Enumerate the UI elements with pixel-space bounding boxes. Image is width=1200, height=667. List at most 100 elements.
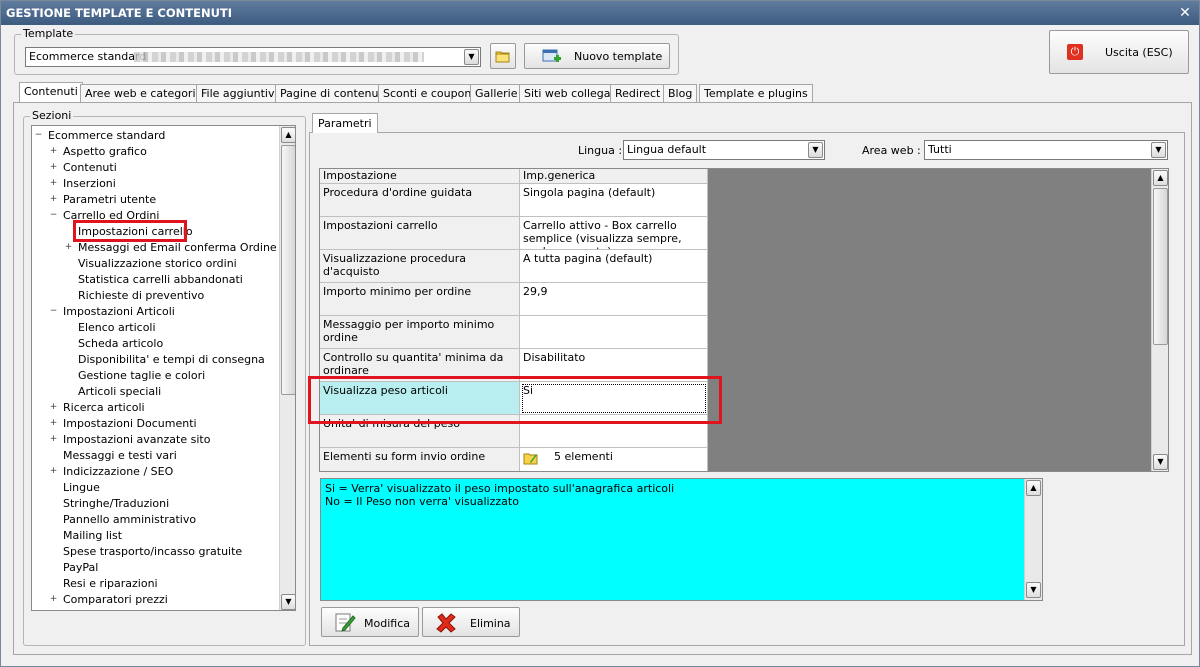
- tab-redirect[interactable]: Redirect: [610, 84, 666, 103]
- highlight-box-grid: [308, 376, 722, 424]
- grid-row-value[interactable]: A tutta pagina (default): [520, 250, 708, 283]
- tab-parametri[interactable]: Parametri: [312, 113, 378, 133]
- tab-gallerie[interactable]: Gallerie: [470, 84, 523, 103]
- expand-icon[interactable]: +: [49, 419, 58, 428]
- collapse-icon[interactable]: −: [34, 131, 43, 140]
- grid-row-setting[interactable]: Impostazioni carrello: [320, 217, 520, 250]
- window-title: GESTIONE TEMPLATE E CONTENUTI: [6, 6, 233, 20]
- template-select[interactable]: Ecommerce standard ▼: [25, 47, 481, 67]
- expand-icon[interactable]: +: [49, 163, 58, 172]
- tab-blog[interactable]: Blog: [663, 84, 698, 103]
- tree-item[interactable]: Elenco articoli: [78, 320, 156, 336]
- chevron-down-icon: ▼: [464, 49, 479, 65]
- delete-x-icon: [436, 613, 456, 633]
- modifica-button[interactable]: Modifica: [321, 607, 419, 637]
- tree-item-label: Messaggi e testi vari: [63, 449, 177, 462]
- expand-icon[interactable]: +: [49, 195, 58, 204]
- tab-pagine-contenuti[interactable]: Pagine di contenuti: [275, 84, 391, 103]
- tree-item[interactable]: PayPal: [63, 560, 98, 576]
- tree-item[interactable]: + Ricerca articoli: [50, 400, 145, 416]
- tree-item[interactable]: + Impostazioni Documenti: [50, 416, 197, 432]
- tree-item[interactable]: Disponibilita' e tempi di consegna: [78, 352, 265, 368]
- tree-item[interactable]: Richieste di preventivo: [78, 288, 204, 304]
- tree-item[interactable]: Messaggi e testi vari: [63, 448, 177, 464]
- expand-icon[interactable]: +: [49, 147, 58, 156]
- close-icon[interactable]: ✕: [1177, 1, 1193, 25]
- scroll-up-icon[interactable]: ▲: [1153, 170, 1168, 186]
- description-scrollbar[interactable]: ▲ ▼: [1024, 479, 1042, 600]
- tree-item[interactable]: + Parametri utente: [50, 192, 156, 208]
- grid-row-value[interactable]: 29,9: [520, 283, 708, 316]
- elimina-label: Elimina: [470, 617, 511, 630]
- grid-row-value[interactable]: Carrello attivo - Box carrello semplice …: [520, 217, 708, 250]
- tree-scrollbar[interactable]: ▲ ▼: [279, 126, 295, 610]
- expand-icon[interactable]: +: [49, 435, 58, 444]
- collapse-icon[interactable]: −: [49, 211, 58, 220]
- lingua-select[interactable]: Lingua default ▼: [623, 140, 825, 160]
- tab-file-aggiuntivi[interactable]: File aggiuntivi: [196, 84, 283, 103]
- tree-item[interactable]: + Comparatori prezzi: [50, 592, 168, 608]
- tab-siti-web-collegati[interactable]: Siti web collegati: [519, 84, 623, 103]
- grid-row-setting[interactable]: Messaggio per importo minimo ordine: [320, 316, 520, 349]
- grid-row-setting[interactable]: Elementi su form invio ordine: [320, 448, 520, 471]
- tree-item-label: Spese trasporto/incasso gratuite: [63, 545, 243, 558]
- tree-item-label: Ricerca articoli: [63, 401, 145, 414]
- scroll-down-icon[interactable]: ▼: [1026, 582, 1041, 598]
- tab-template-plugins[interactable]: Template e plugins: [699, 84, 813, 103]
- grid-scroll-thumb[interactable]: [1153, 188, 1168, 345]
- expand-icon[interactable]: +: [49, 179, 58, 188]
- expand-icon[interactable]: +: [49, 467, 58, 476]
- open-folder-button[interactable]: [490, 43, 516, 69]
- grid-row-setting[interactable]: Procedura d'ordine guidata: [320, 184, 520, 217]
- power-icon: ⏻: [1067, 44, 1083, 60]
- tab-contenuti[interactable]: Contenuti: [19, 82, 83, 103]
- grid-scrollbar[interactable]: ▲ ▼: [1151, 169, 1168, 471]
- tree-item[interactable]: Pannello amministrativo: [63, 512, 196, 528]
- expand-icon[interactable]: +: [64, 243, 73, 252]
- tree-item[interactable]: Articoli speciali: [78, 384, 161, 400]
- tree-item[interactable]: + Impostazioni avanzate sito: [50, 432, 211, 448]
- tree-item[interactable]: Resi e riparazioni: [63, 576, 158, 592]
- tree-item[interactable]: + Aspetto grafico: [50, 144, 147, 160]
- tree-item[interactable]: + Contenuti: [50, 160, 117, 176]
- tree-item[interactable]: Statistica carrelli abbandonati: [78, 272, 243, 288]
- title-bar: GESTIONE TEMPLATE E CONTENUTI ✕: [1, 1, 1199, 25]
- scroll-up-icon[interactable]: ▲: [281, 127, 295, 143]
- grid-row-value[interactable]: 5 elementi: [520, 448, 708, 471]
- grid-row-value[interactable]: Singola pagina (default): [520, 184, 708, 217]
- tree-item[interactable]: + Inserzioni: [50, 176, 116, 192]
- area-web-select[interactable]: Tutti ▼: [924, 140, 1168, 160]
- tab-sconti-coupon[interactable]: Sconti e coupon: [378, 84, 477, 103]
- tree-item[interactable]: − Ecommerce standard: [35, 128, 166, 144]
- tree-item-label: Impostazioni avanzate sito: [63, 433, 211, 446]
- tree-item[interactable]: + Messaggi ed Email conferma Ordine: [65, 240, 277, 256]
- collapse-icon[interactable]: −: [49, 307, 58, 316]
- expand-icon[interactable]: +: [49, 595, 58, 604]
- tab-aree-web[interactable]: Aree web e categorie: [80, 84, 208, 103]
- expand-icon[interactable]: +: [49, 403, 58, 412]
- elimina-button[interactable]: Elimina: [422, 607, 520, 637]
- tree-item-label: Messaggi ed Email conferma Ordine: [78, 241, 277, 254]
- tree-item[interactable]: Lingue: [63, 480, 100, 496]
- tree-scroll-thumb[interactable]: [281, 145, 295, 395]
- tree-item[interactable]: Spese trasporto/incasso gratuite: [63, 544, 242, 560]
- grid-row-setting[interactable]: Importo minimo per ordine: [320, 283, 520, 316]
- grid-row-setting[interactable]: Visualizzazione procedura d'acquisto: [320, 250, 520, 283]
- new-template-button[interactable]: Nuovo template: [524, 43, 670, 69]
- tree-item[interactable]: − Impostazioni Articoli: [50, 304, 175, 320]
- tree-item[interactable]: Visualizzazione storico ordini: [78, 256, 237, 272]
- tree-item-label: Visualizzazione storico ordini: [78, 257, 237, 270]
- exit-button[interactable]: ⏻ Uscita (ESC): [1049, 30, 1189, 74]
- scroll-down-icon[interactable]: ▼: [281, 594, 295, 610]
- tree-item[interactable]: Scheda articolo: [78, 336, 163, 352]
- tree-item-label: Aspetto grafico: [63, 145, 147, 158]
- tree-item[interactable]: Gestione taglie e colori: [78, 368, 205, 384]
- scroll-up-icon[interactable]: ▲: [1026, 480, 1041, 496]
- scroll-down-icon[interactable]: ▼: [1153, 454, 1168, 470]
- tree-item[interactable]: Mailing list: [63, 528, 122, 544]
- folder-edit-icon[interactable]: [523, 451, 538, 465]
- main-window: GESTIONE TEMPLATE E CONTENUTI ✕ Template…: [0, 0, 1200, 667]
- tree-item[interactable]: Stringhe/Traduzioni: [63, 496, 169, 512]
- tree-item[interactable]: + Indicizzazione / SEO: [50, 464, 174, 480]
- grid-row-value[interactable]: [520, 316, 708, 349]
